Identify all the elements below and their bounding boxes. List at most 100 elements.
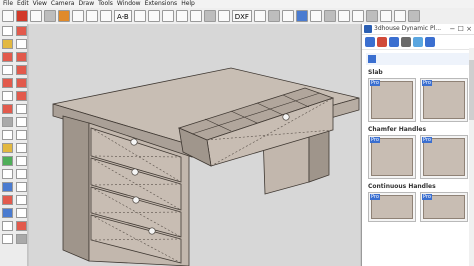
push-pull-tool-icon[interactable]	[2, 78, 13, 88]
library-icon[interactable]	[377, 37, 387, 47]
account-icon[interactable]	[425, 37, 435, 47]
panel-scroll-thumb[interactable]	[469, 60, 474, 120]
zoom-window-icon[interactable]	[16, 169, 27, 179]
menu-draw[interactable]: Draw	[78, 0, 94, 8]
add-detail-icon[interactable]	[16, 234, 27, 244]
position-camera-icon[interactable]	[2, 195, 13, 205]
sandbox-icon[interactable]	[351, 10, 364, 22]
menu-edit[interactable]: Edit	[17, 0, 29, 8]
warehouse-icon[interactable]	[379, 10, 392, 22]
rectangle-tool-icon[interactable]	[44, 10, 56, 22]
component-icon[interactable]	[253, 10, 266, 22]
follow-me-icon[interactable]	[16, 78, 27, 88]
select-icon[interactable]	[2, 26, 13, 36]
menu-extensions[interactable]: Extensions	[145, 0, 178, 8]
left-pedestal-side[interactable]	[62, 115, 90, 262]
sandbox-from-contours-icon[interactable]	[2, 208, 13, 218]
3d-text-icon[interactable]	[16, 143, 27, 153]
share-model-icon[interactable]	[393, 10, 406, 22]
open-drawer-knob[interactable]	[282, 113, 290, 121]
layout-icon[interactable]	[407, 10, 420, 22]
home-icon[interactable]	[365, 37, 375, 47]
section-title-slab: Slab	[368, 69, 383, 76]
solid-tools-icon[interactable]	[365, 10, 378, 22]
rotate-tool-icon[interactable]	[100, 10, 112, 22]
drawer-knob-2[interactable]	[131, 168, 139, 176]
sandbox-scratch-icon[interactable]	[16, 208, 27, 218]
desk-model[interactable]	[29, 24, 360, 266]
drawer-knob-4[interactable]	[148, 227, 156, 235]
paint-bucket-icon[interactable]	[58, 10, 70, 22]
arc-icon[interactable]	[2, 52, 13, 62]
orbit-tool-icon[interactable]	[147, 10, 160, 22]
move-icon[interactable]	[16, 91, 27, 101]
protractor-icon[interactable]	[16, 117, 27, 127]
rectangle-icon[interactable]	[2, 65, 13, 75]
chamfer-thumb-2[interactable]: Pro	[420, 135, 468, 179]
push-pull-icon[interactable]	[72, 10, 84, 22]
tape-icon[interactable]	[2, 117, 13, 127]
tape-measure-icon[interactable]	[133, 10, 146, 22]
rotate-icon[interactable]	[2, 104, 13, 114]
dynamic-plugin-panel: 3dhouse Dynamic Pl... − ☐ × Slab Pro Pro…	[361, 24, 474, 266]
menu-file[interactable]: File	[3, 0, 13, 8]
panel-title-text: 3dhouse Dynamic Pl...	[374, 25, 442, 32]
section-plane-icon[interactable]	[203, 10, 216, 22]
axes-icon[interactable]	[2, 130, 13, 140]
extension-icon[interactable]	[295, 10, 308, 22]
continuous-thumb-2[interactable]: Pro	[420, 192, 468, 222]
dxf-export-button[interactable]: DXF	[231, 10, 252, 22]
chamfer-thumb-1-image	[371, 138, 413, 176]
camera-icon[interactable]	[309, 10, 322, 22]
smoove-icon[interactable]	[2, 221, 13, 231]
eraser-tool-icon[interactable]	[16, 10, 28, 22]
layers-icon[interactable]	[217, 10, 230, 22]
slab-thumb-1[interactable]: Pro	[368, 78, 416, 122]
zoom-tool-icon[interactable]	[175, 10, 188, 22]
tools-icon[interactable]	[389, 37, 399, 47]
circle-icon[interactable]	[16, 52, 27, 62]
pan-tool-icon[interactable]	[161, 10, 174, 22]
orbit-icon[interactable]	[2, 156, 13, 166]
stamp-icon[interactable]	[16, 221, 27, 231]
section-icon[interactable]	[16, 195, 27, 205]
paint-icon[interactable]	[2, 39, 13, 49]
drawer-knob-3[interactable]	[132, 196, 140, 204]
zoom-extents-icon[interactable]	[189, 10, 202, 22]
menu-camera[interactable]: Camera	[51, 0, 75, 8]
refresh-icon[interactable]	[413, 37, 423, 47]
settings-icon[interactable]	[401, 37, 411, 47]
styles-icon[interactable]	[281, 10, 294, 22]
look-around-icon[interactable]	[16, 182, 27, 192]
slab-thumb-2-image	[423, 81, 465, 119]
pan-icon[interactable]	[16, 156, 27, 166]
drawer-knob-1[interactable]	[130, 138, 138, 146]
menu-tools[interactable]: Tools	[98, 0, 113, 8]
model-viewport[interactable]	[29, 24, 360, 266]
chamfer-thumb-1[interactable]: Pro	[368, 135, 416, 179]
dimension-icon[interactable]	[16, 130, 27, 140]
continuous-thumb-1[interactable]: Pro	[368, 192, 416, 222]
move-tool-icon[interactable]	[86, 10, 98, 22]
panel-banner	[366, 53, 470, 65]
shadows-icon[interactable]	[323, 10, 336, 22]
offset-icon[interactable]	[2, 91, 13, 101]
outliner-icon[interactable]	[267, 10, 280, 22]
walk-icon[interactable]	[2, 182, 13, 192]
drape-icon[interactable]	[2, 234, 13, 244]
zoom-icon[interactable]	[2, 169, 13, 179]
dimension-tool-button[interactable]: A-B	[114, 10, 132, 22]
menu-window[interactable]: Window	[117, 0, 141, 8]
polygon-icon[interactable]	[16, 65, 27, 75]
eraser-icon[interactable]	[16, 26, 27, 36]
pencil-tool-icon[interactable]	[30, 10, 42, 22]
slab-thumb-2[interactable]: Pro	[420, 78, 468, 122]
line-icon[interactable]	[16, 39, 27, 49]
fog-icon[interactable]	[337, 10, 350, 22]
panel-window-controls[interactable]: − ☐ ×	[450, 24, 472, 34]
menu-view[interactable]: View	[33, 0, 47, 8]
text-icon[interactable]	[2, 143, 13, 153]
scale-icon[interactable]	[16, 104, 27, 114]
select-tool-icon[interactable]	[2, 10, 14, 22]
menu-help[interactable]: Help	[181, 0, 195, 8]
